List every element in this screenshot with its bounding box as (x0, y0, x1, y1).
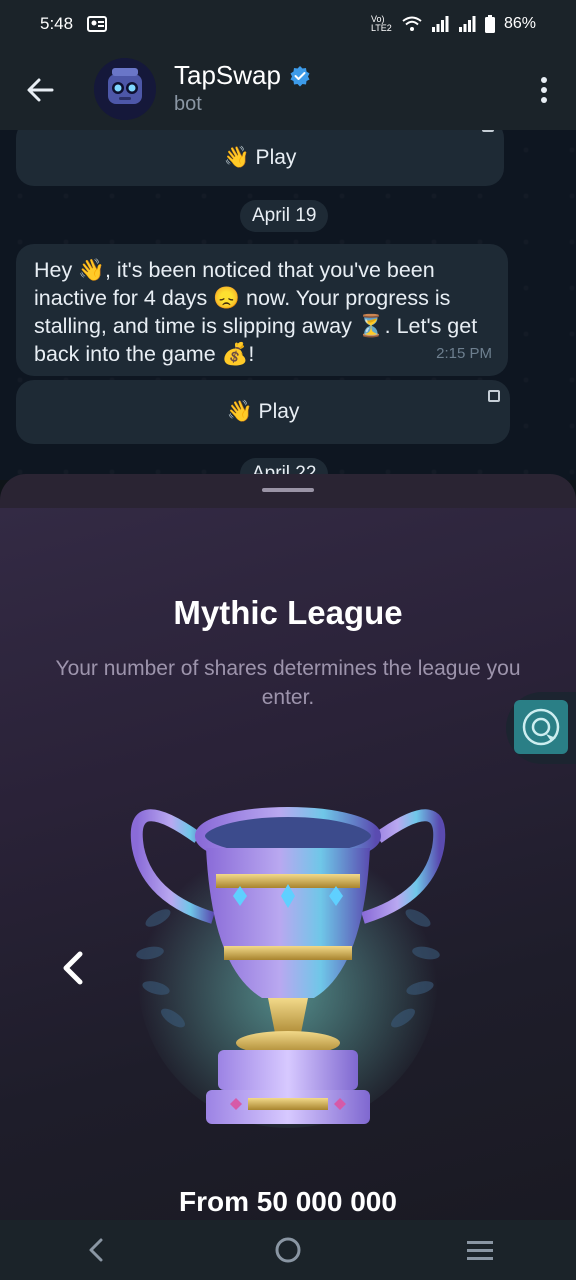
league-title: Mythic League (173, 594, 403, 631)
verified-badge-icon (290, 65, 310, 86)
message-text: Hey 👋, it's been noticed that you've bee… (34, 258, 478, 366)
play-button-top-label: 👋 Play (223, 146, 297, 169)
league-panel: Mythic League Your number of shares dete… (0, 508, 576, 1220)
battery-level: 86% (503, 15, 536, 32)
signal-icon-1 (431, 16, 449, 32)
network-label: Vo) LTE2 (370, 14, 392, 33)
date-chip-april-19: April 19 (240, 200, 329, 232)
signal-icon-2 (458, 16, 476, 32)
bot-avatar[interactable] (94, 58, 156, 120)
system-navigation-bar (0, 1220, 576, 1280)
more-options-icon[interactable] (540, 76, 548, 104)
play-button-top[interactable]: 👋 Play (16, 130, 504, 186)
back-arrow-icon[interactable] (24, 74, 56, 106)
rotate-target-icon (522, 708, 560, 746)
nav-back-icon (89, 1238, 103, 1262)
nav-recents-button[interactable] (460, 1230, 500, 1270)
inline-button-corner-icon (488, 390, 500, 402)
contact-card-icon (87, 16, 108, 32)
chat-title-text: TapSwap (174, 60, 281, 90)
battery-icon (484, 15, 495, 33)
chat-subtitle: bot (174, 93, 202, 115)
nav-back-button[interactable] (76, 1230, 116, 1270)
league-bottom-sheet: Mythic League Your number of shares dete… (0, 474, 576, 1220)
league-subtitle: Your number of shares determines the lea… (55, 657, 521, 709)
floating-side-widget[interactable] (506, 692, 576, 764)
league-requirement: From 50 000 000 (179, 1186, 397, 1217)
status-bar: 5:48 Vo) LTE2 86% (0, 0, 576, 48)
play-button[interactable]: 👋 Play (16, 380, 510, 444)
inline-button-corner-icon (482, 130, 494, 132)
robot-avatar-icon (94, 58, 156, 120)
sheet-drag-handle[interactable] (262, 488, 314, 492)
previous-league-chevron-icon[interactable] (58, 948, 88, 988)
widget-tile (514, 700, 568, 754)
chat-area: 👋 Play April 19 Hey 👋, it's been noticed… (0, 130, 576, 480)
chat-title[interactable]: TapSwap (174, 60, 311, 91)
nav-home-icon (275, 1237, 301, 1263)
wifi-icon (402, 16, 422, 31)
message-time: 2:15 PM (436, 345, 492, 362)
nav-recents-icon (467, 1241, 493, 1260)
message-bubble[interactable]: Hey 👋, it's been noticed that you've bee… (16, 244, 508, 376)
status-time: 5:48 (40, 14, 74, 33)
chat-header: TapSwap bot (0, 48, 576, 130)
play-button-label: 👋 Play (226, 400, 300, 423)
mythic-trophy-icon (130, 807, 446, 1128)
nav-home-button[interactable] (268, 1230, 308, 1270)
